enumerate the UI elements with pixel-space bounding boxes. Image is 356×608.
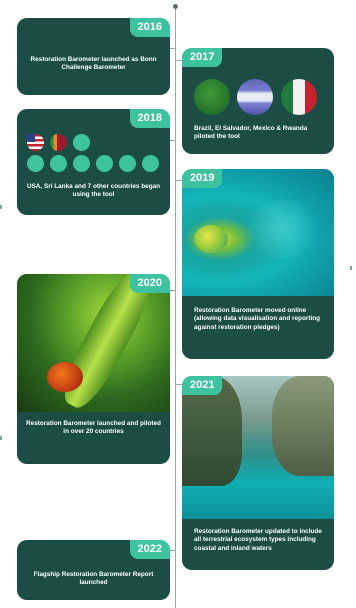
timeline-tick [170,550,176,551]
usa-flag-icon [27,134,44,151]
timeline-axis-start-dot [173,4,178,9]
timeline-tick [170,48,176,49]
timeline-tick [170,140,176,141]
left-edge-mark [0,436,2,440]
mexico-flag-icon [281,79,317,115]
country-dot [119,155,136,172]
country-dot [50,155,67,172]
year-badge: 2019 [182,169,223,188]
timeline-card-2016: 2016 Restoration Barometer launched as B… [17,18,170,95]
timeline-card-2020: 2020 Restoration Barometer launched and … [17,274,170,464]
year-badge: 2016 [129,18,170,37]
country-dot [73,155,90,172]
brazil-flag-icon [194,79,230,115]
timeline-caption: Brazil, El Salvador, Mexico & Rwanda pil… [194,125,308,141]
timeline-card-2019: 2019 Restoration Barometer moved online … [182,169,334,359]
timeline-caption: Restoration Barometer moved online (allo… [194,307,321,331]
timeline-card-2017: 2017 Brazil, El Salvador, Mexico & Rwand… [182,48,334,154]
right-edge-mark [350,266,352,270]
timeline-card-2021: 2021 Restoration Barometer updated to in… [182,376,334,570]
left-edge-mark [0,205,2,209]
year-badge: 2018 [129,109,170,128]
year-badge: 2020 [129,274,170,293]
timeline-caption: Flagship Restoration Barometer Report la… [33,571,154,587]
sri-lanka-flag-icon [50,134,67,151]
year-badge: 2021 [182,376,223,395]
timeline-axis [175,4,176,608]
frog-photo [17,274,170,415]
country-dot [142,155,159,172]
country-dot [73,134,90,151]
country-dot [27,155,44,172]
mangrove-photo [182,376,334,519]
timeline-tick [170,290,176,291]
timeline-caption: Restoration Barometer launched and pilot… [26,420,161,436]
timeline-card-2022: 2022 Flagship Restoration Barometer Repo… [17,540,170,600]
timeline-caption: Restoration Barometer launched as Bonn C… [30,56,157,72]
year-badge: 2022 [129,540,170,559]
el-salvador-flag-icon [237,79,273,115]
timeline-card-2018: 2018 USA, Sri Lanka and 7 other countrie… [17,109,170,215]
country-dot [96,155,113,172]
timeline-caption: USA, Sri Lanka and 7 other countries beg… [26,183,161,199]
year-badge: 2017 [182,48,223,67]
coral-photo [182,169,334,296]
timeline-caption: Restoration Barometer updated to include… [194,528,322,552]
